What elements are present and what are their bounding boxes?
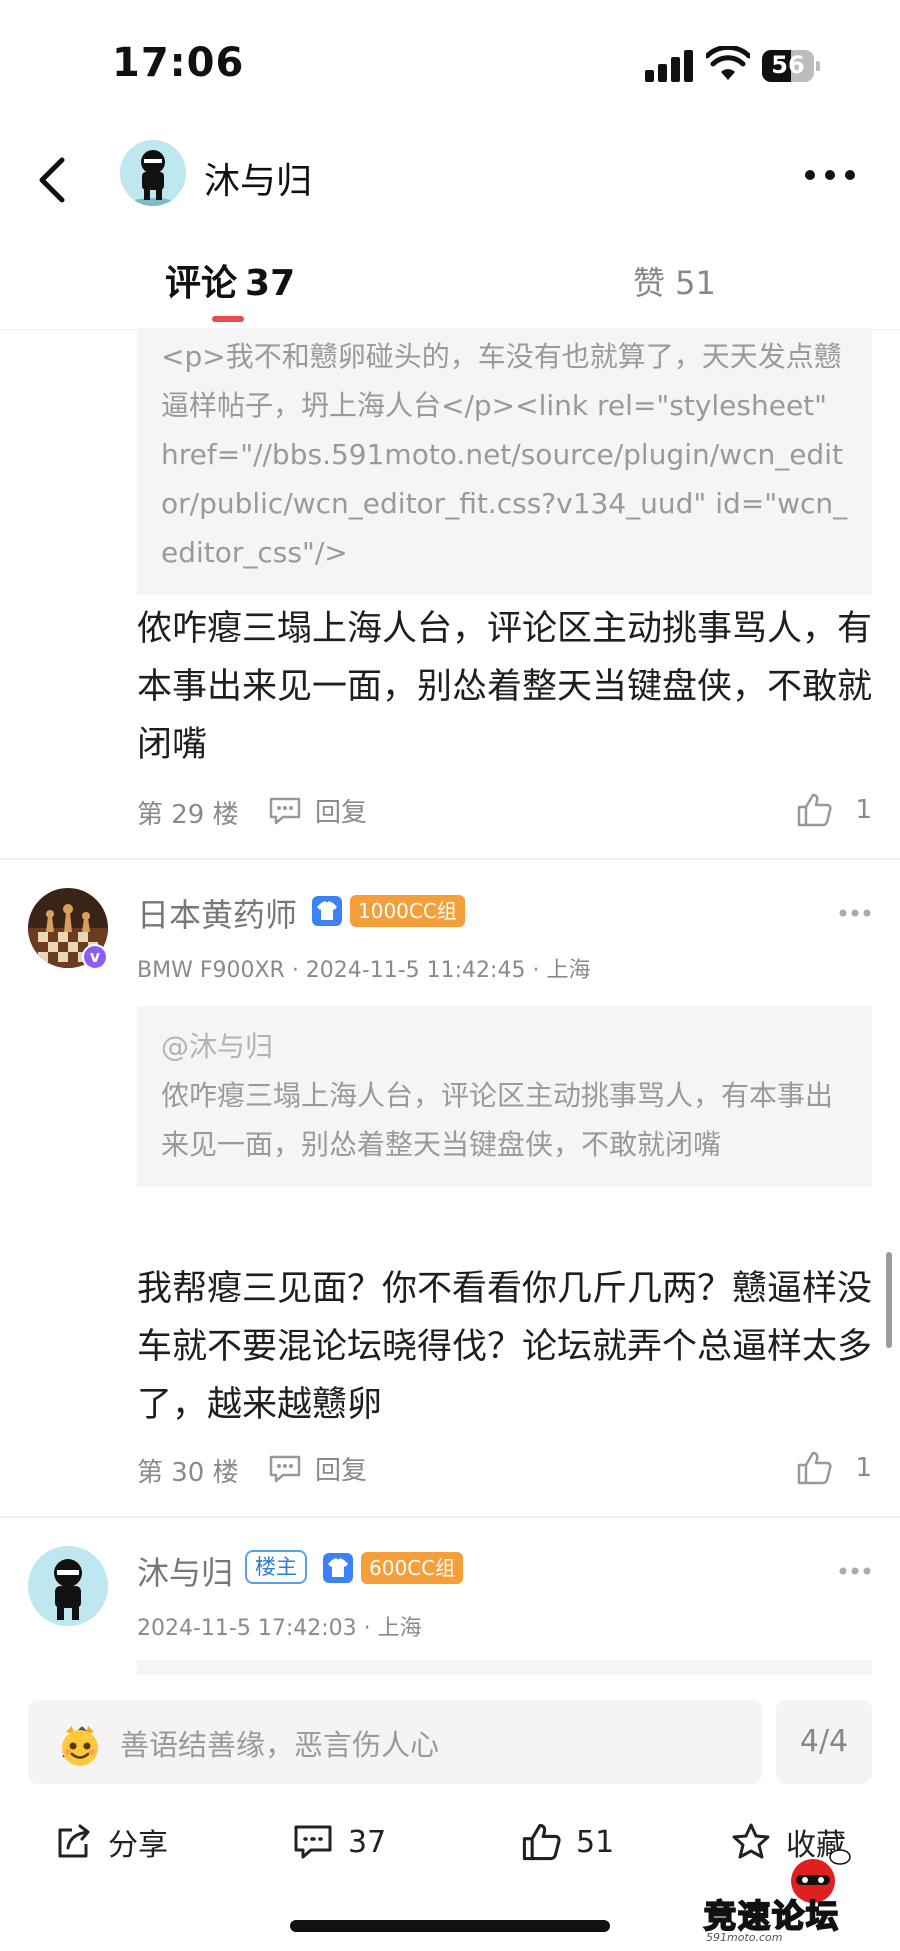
divider [0,1516,900,1518]
more-options-icon[interactable] [800,160,860,190]
quoted-comment: <p>我不和戆卵碰头的，车没有也就算了，天天发点戆逼样帖子，坍上海人台</p><… [137,328,872,595]
user-subline: BMW F900XR · 2024-11-5 11:42:45 · 上海 [137,958,591,983]
tab-comments-label: 评论 [165,263,238,304]
cellular-signal-icon [645,50,693,82]
comment-text: 侬咋瘪三塌上海人台，评论区主动挑事骂人，有本事出来见一面，别怂着整天当键盘侠，不… [137,609,873,765]
reply-button[interactable]: 回复 [267,1448,367,1488]
reply-button[interactable]: 回复 [267,790,367,830]
comment-text: 我帮瘪三见面？你不看看你几斤几两？戆逼样没车就不要混论坛晓得伐？论坛就弄个总逼样… [137,1269,873,1425]
tab-comments[interactable]: 评论 37 [165,254,295,306]
top-nav: 沐与归 [0,130,900,230]
quote-text: 侬咋瘪三塌上海人台，评论区主动挑事骂人，有本事出来见一面，别怂着整天当键盘侠，不… [161,1079,834,1161]
tab-likes[interactable]: 赞 51 [633,258,716,304]
floor-number: 第 29 楼 [137,800,239,830]
group-badge: 600CC组 [361,1552,464,1584]
comment-meta: 第 29 楼 回复 1 [137,788,872,832]
page-indicator[interactable]: 4/4 [776,1700,872,1784]
floor-number: 第 30 楼 [137,1458,239,1488]
quoted-comment: @沐与归 侬咋瘪三塌上海人台，评论区主动挑事骂人，有本事出来见一面，别怂着整天当… [137,1006,872,1187]
comment-meta: 第 30 楼 回复 1 [137,1446,872,1490]
wifi-icon [706,46,750,80]
share-icon [58,1824,90,1858]
reply-icon [269,797,301,825]
divider [0,858,900,860]
user-avatar[interactable] [28,1546,108,1626]
like-button[interactable]: 1 [795,1446,872,1490]
home-indicator [290,1920,610,1932]
site-watermark: 竞速论坛 591moto.com [698,1849,898,1945]
shirt-badge-icon [323,1553,353,1583]
quote-mention[interactable]: @沐与归 [161,1022,848,1071]
username[interactable]: 沐与归 [137,1548,233,1594]
like-post-button[interactable]: 51 [520,1817,614,1867]
user-subline: 2024-11-5 17:42:03 · 上海 [137,1616,422,1641]
emoji-icon[interactable] [56,1722,104,1770]
thumbs-up-icon [522,1823,561,1861]
share-button[interactable]: 分享 [54,1817,168,1867]
status-time: 17:06 [112,40,245,86]
like-count: 1 [855,1453,872,1483]
likes-count: 51 [576,1824,615,1860]
reply-label: 回复 [315,797,368,828]
group-badge: 1000CC组 [350,895,465,927]
comment-icon [294,1825,332,1859]
author-avatar[interactable] [120,140,186,206]
shirt-badge-icon [312,896,342,926]
reply-label: 回复 [315,1455,368,1486]
share-label: 分享 [108,1828,168,1863]
tab-bar: 评论 37 赞 51 [0,240,900,330]
verified-badge: v [82,944,108,970]
tab-comments-count: 37 [245,263,296,304]
reply-icon [269,1455,301,1483]
thumbs-up-icon [798,1451,833,1485]
input-placeholder: 善语结善缘，恶言伤人心 [120,1728,440,1762]
active-tab-indicator [212,316,244,322]
battery-level: 56 [771,51,805,79]
comments-button[interactable]: 37 [292,1817,386,1867]
comments-count: 37 [348,1824,387,1860]
back-arrow-icon[interactable] [22,148,86,212]
quote-text: <p>我不和戆卵碰头的，车没有也就算了，天天发点戆逼样帖子，坍上海人台</p><… [161,340,848,569]
thumbs-up-icon [798,793,833,827]
page-title: 沐与归 [204,161,313,202]
battery-icon: 56 [762,50,820,82]
comment-more-icon[interactable] [838,1564,872,1578]
like-button[interactable]: 1 [795,788,872,832]
comment-more-icon[interactable] [838,906,872,920]
username[interactable]: 日本黄药师 [137,890,297,936]
like-count: 1 [855,795,872,825]
scrollbar[interactable] [886,1252,892,1348]
watermark-site: 591moto.com [706,1931,783,1944]
status-bar: 17:06 56 [0,0,900,130]
owner-badge: 楼主 [245,1550,307,1584]
comment-input[interactable]: 善语结善缘，恶言伤人心 [28,1700,762,1784]
